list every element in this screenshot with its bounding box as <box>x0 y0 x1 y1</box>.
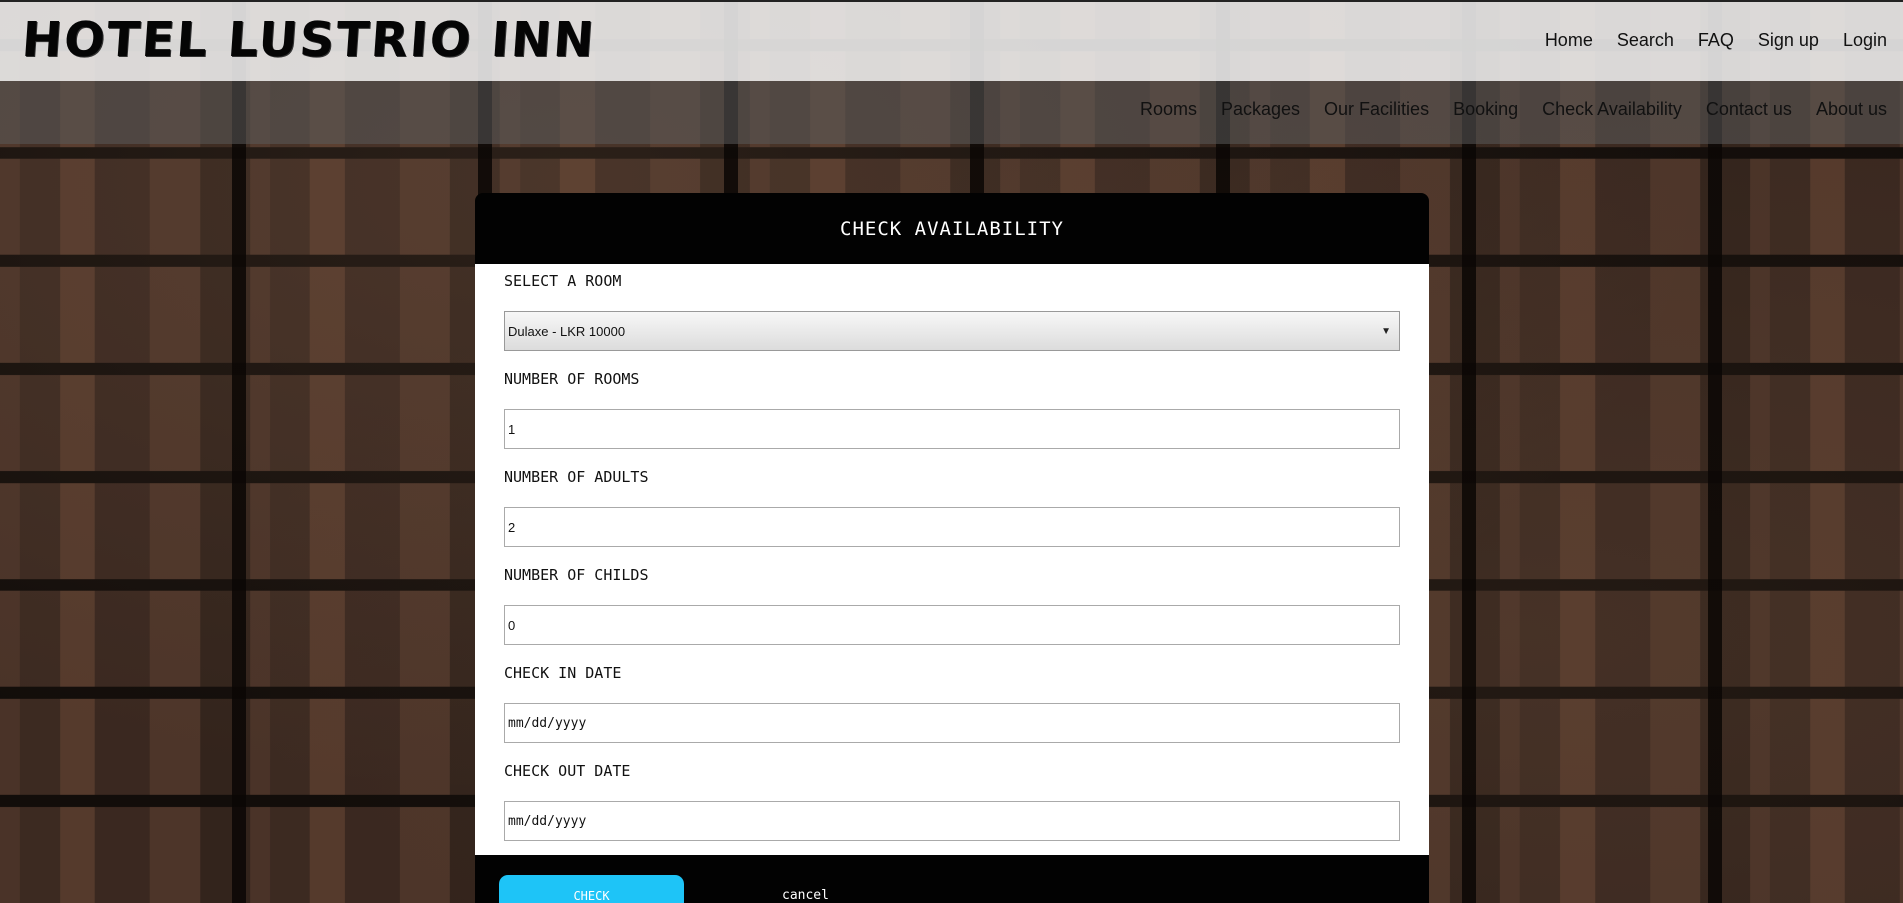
form-footer: CHECK cancel <box>475 855 1429 903</box>
adults-label: NUMBER OF ADULTS <box>504 468 649 486</box>
checkin-group: CHECK IN DATE mm/dd/yyyy <box>504 664 1400 762</box>
room-select-label: SELECT A ROOM <box>504 272 622 290</box>
checkin-placeholder: mm/dd/yyyy <box>508 715 587 731</box>
room-select-value: Dulaxe - LKR 10000 <box>508 323 626 339</box>
top-nav: Home Search FAQ Sign up Login <box>1545 30 1887 51</box>
adults-input-value: 2 <box>508 519 516 535</box>
nav-sign-up[interactable]: Sign up <box>1758 30 1819 51</box>
nav-about-us[interactable]: About us <box>1816 99 1887 120</box>
room-select-group: SELECT A ROOM Dulaxe - LKR 10000 ▼ <box>504 272 1400 370</box>
top-header: HOTEL LUSTRIO INN Home Search FAQ Sign u… <box>0 0 1903 81</box>
nav-booking[interactable]: Booking <box>1453 99 1518 120</box>
checkout-label: CHECK OUT DATE <box>504 762 631 780</box>
childs-input-value: 0 <box>508 617 516 633</box>
room-select[interactable]: Dulaxe - LKR 10000 ▼ <box>504 311 1400 351</box>
checkout-placeholder: mm/dd/yyyy <box>508 813 587 829</box>
site-logo[interactable]: HOTEL LUSTRIO INN <box>20 12 597 68</box>
adults-group: NUMBER OF ADULTS 2 <box>504 468 1400 566</box>
nav-our-facilities[interactable]: Our Facilities <box>1324 99 1429 120</box>
nav-packages[interactable]: Packages <box>1221 99 1300 120</box>
form-title: CHECK AVAILABILITY <box>840 217 1064 240</box>
rooms-input[interactable]: 1 <box>504 409 1400 449</box>
rooms-label: NUMBER OF ROOMS <box>504 370 640 388</box>
checkout-group: CHECK OUT DATE mm/dd/yyyy <box>504 762 1400 860</box>
nav-login[interactable]: Login <box>1843 30 1887 51</box>
nav-rooms[interactable]: Rooms <box>1140 99 1197 120</box>
rooms-group: NUMBER OF ROOMS 1 <box>504 370 1400 468</box>
chevron-down-icon: ▼ <box>1381 325 1391 337</box>
checkin-date-input[interactable]: mm/dd/yyyy <box>504 703 1400 743</box>
checkin-label: CHECK IN DATE <box>504 664 622 682</box>
childs-group: NUMBER OF CHILDS 0 <box>504 566 1400 664</box>
rooms-input-value: 1 <box>508 421 516 437</box>
nav-search[interactable]: Search <box>1617 30 1674 51</box>
childs-label: NUMBER OF CHILDS <box>504 566 649 584</box>
nav-faq[interactable]: FAQ <box>1698 30 1734 51</box>
main-nav: Rooms Packages Our Facilities Booking Ch… <box>1140 99 1887 120</box>
checkout-date-input[interactable]: mm/dd/yyyy <box>504 801 1400 841</box>
check-availability-form: CHECK AVAILABILITY SELECT A ROOM Dulaxe … <box>475 193 1429 903</box>
childs-input[interactable]: 0 <box>504 605 1400 645</box>
adults-input[interactable]: 2 <box>504 507 1400 547</box>
check-button[interactable]: CHECK <box>499 875 684 903</box>
nav-contact-us[interactable]: Contact us <box>1706 99 1792 120</box>
cancel-button[interactable]: cancel <box>782 888 829 903</box>
form-header: CHECK AVAILABILITY <box>475 193 1429 264</box>
form-body: SELECT A ROOM Dulaxe - LKR 10000 ▼ NUMBE… <box>475 264 1429 855</box>
nav-check-availability[interactable]: Check Availability <box>1542 99 1682 120</box>
nav-home[interactable]: Home <box>1545 30 1593 51</box>
main-nav-bar: Rooms Packages Our Facilities Booking Ch… <box>0 81 1903 144</box>
